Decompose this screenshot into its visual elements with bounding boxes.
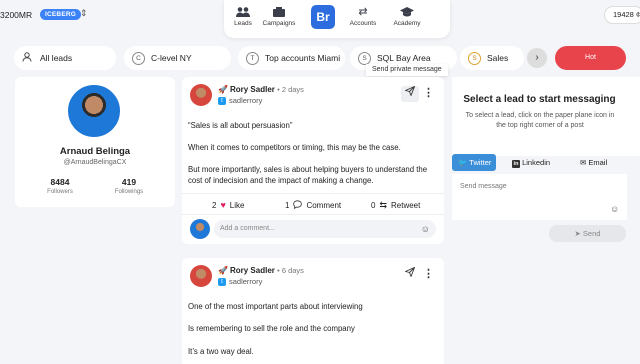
- heart-icon: ♥: [220, 200, 226, 210]
- author-avatar[interactable]: [190, 84, 212, 106]
- rocket-icon: 🚀: [218, 85, 228, 94]
- twitter-icon: t: [218, 277, 226, 286]
- nav-leads[interactable]: Leads: [230, 6, 256, 27]
- author-avatar[interactable]: [190, 265, 212, 287]
- paper-plane-icon: ➤: [574, 229, 581, 238]
- retweet-icon: ⇆: [379, 200, 387, 210]
- post-paragraph: When it comes to competitors or timing, …: [188, 143, 401, 152]
- followers-stat: 8484 Followers: [47, 177, 73, 195]
- credits-badge[interactable]: 19428 ¢: [604, 6, 640, 24]
- messaging-subtitle: To select a lead, click on the paper pla…: [465, 112, 615, 129]
- hot-button[interactable]: Hot: [555, 46, 626, 70]
- tab-list-top-accounts-miami[interactable]: T Top accounts Miami: [238, 46, 345, 70]
- avatar: [190, 219, 210, 239]
- user-icon: [22, 52, 32, 64]
- tab-list-sales[interactable]: S Sales: [460, 46, 524, 70]
- tab-all-leads[interactable]: All leads: [14, 46, 116, 70]
- top-bar: 3200MR ICEBERG ⇕ Leads Campaigns Br ⇄ Ac…: [0, 0, 640, 38]
- users-icon: [236, 6, 250, 18]
- like-button[interactable]: 2 ♥ Like: [212, 200, 244, 210]
- twitter-icon: 🐦: [458, 158, 468, 167]
- rocket-icon: 🚀: [218, 266, 228, 275]
- tab-email[interactable]: ✉ Email: [580, 154, 620, 171]
- post-paragraph: One of the most important parts about in…: [188, 302, 363, 311]
- send-button[interactable]: ➤ Send: [549, 225, 626, 242]
- comment-button[interactable]: 1 Comment: [285, 200, 341, 211]
- messaging-panel: Select a lead to start messaging To sele…: [452, 77, 640, 156]
- post-author: 🚀 Rory Sadler • 2 days: [218, 85, 304, 94]
- post-paragraph: “Sales is all about persuasion”: [188, 121, 293, 130]
- twitter-handle: t sadlerrory: [218, 96, 262, 105]
- paper-plane-icon[interactable]: [401, 86, 419, 102]
- divider: [182, 193, 444, 194]
- comment-input[interactable]: Add a comment... ☺: [214, 220, 436, 238]
- retweet-button[interactable]: 0 ⇆ Retweet: [371, 200, 420, 211]
- nav-academy[interactable]: Academy: [390, 6, 424, 27]
- nav-accounts[interactable]: ⇄ Accounts: [348, 6, 378, 27]
- emoji-icon[interactable]: ☺: [610, 204, 619, 214]
- profile-handle[interactable]: @ArnaudBelingaCX: [15, 159, 175, 166]
- post-paragraph: But more importantly, sales is about hel…: [188, 165, 428, 185]
- mrr-value: 3200MR: [0, 10, 33, 20]
- channel-tabs: 🐦 Twitter in Linkedin ✉ Email: [452, 154, 640, 171]
- divider: [182, 214, 444, 215]
- tab-twitter[interactable]: 🐦 Twitter: [452, 154, 496, 171]
- tab-list-c-level-ny[interactable]: C C-level NY: [124, 46, 231, 70]
- megaphone-icon: [272, 6, 286, 18]
- next-arrow-icon[interactable]: ›: [527, 48, 547, 68]
- linkedin-icon: in: [512, 160, 520, 168]
- profile-card: Arnaud Belinga @ArnaudBelingaCX 8484 Fol…: [15, 77, 175, 207]
- more-options-icon[interactable]: ⋮: [423, 267, 434, 281]
- envelope-icon: ✉: [580, 158, 587, 167]
- messaging-title: Select a lead to start messaging: [463, 94, 616, 105]
- avatar[interactable]: [68, 85, 120, 137]
- lead-lists-bar: All leads C C-level NY T Top accounts Mi…: [0, 44, 640, 70]
- paper-plane-icon[interactable]: [401, 267, 419, 283]
- post-card: 🚀 Rory Sadler • 6 days t sadlerrory ⋮ One…: [182, 258, 444, 364]
- brand-logo[interactable]: Br: [311, 5, 335, 29]
- swap-icon: ⇄: [358, 6, 368, 18]
- plan-badge: ICEBERG: [40, 9, 82, 20]
- post-card: 🚀 Rory Sadler • 2 days t sadlerrory ⋮ “Sa…: [182, 77, 444, 244]
- more-options-icon[interactable]: ⋮: [423, 86, 434, 100]
- emoji-icon[interactable]: ☺: [421, 220, 430, 238]
- message-input[interactable]: Send message ☺: [452, 174, 627, 220]
- profile-name: Arnaud Belinga: [59, 146, 131, 157]
- post-paragraph: Is remembering to sell the role and the …: [188, 324, 355, 333]
- tab-linkedin[interactable]: in Linkedin: [512, 154, 562, 171]
- post-paragraph: It’s a two way deal.: [188, 347, 254, 356]
- nav-campaigns[interactable]: Campaigns: [262, 6, 296, 27]
- graduation-cap-icon: [400, 6, 414, 18]
- followings-stat: 419 Followings: [114, 177, 144, 195]
- twitter-icon: t: [218, 96, 226, 105]
- twitter-handle: t sadlerrory: [218, 277, 262, 286]
- send-private-message-tooltip: Send private message: [366, 64, 448, 76]
- post-author: 🚀 Rory Sadler • 6 days: [218, 266, 304, 275]
- comment-icon: [293, 200, 303, 211]
- main-nav: Leads Campaigns Br ⇄ Accounts Academy: [224, 0, 450, 38]
- sort-updown-icon[interactable]: ⇕: [80, 8, 88, 19]
